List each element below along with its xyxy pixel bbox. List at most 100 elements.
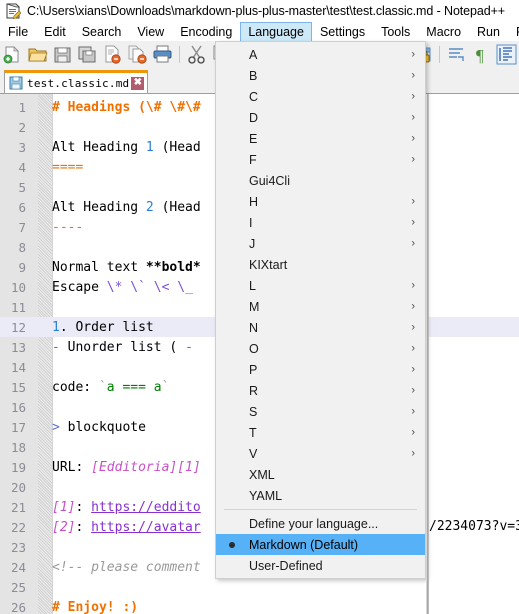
menu-search[interactable]: Search	[74, 22, 130, 41]
close-icon[interactable]: ✖	[131, 76, 145, 90]
language-menu-item-r[interactable]: R ›	[216, 380, 425, 401]
menu-item-label: Gui4Cli	[249, 173, 290, 188]
language-menu-item-n[interactable]: N ›	[216, 317, 425, 338]
menu-encoding[interactable]: Encoding	[172, 22, 240, 41]
saved-file-icon	[9, 76, 23, 90]
close-file-icon[interactable]	[101, 43, 124, 66]
line-content[interactable]: <!-- please comment	[52, 560, 201, 575]
language-dropdown-menu[interactable]: A › B › C › D › E › F › Gui4Cli H › I › J › KIXtart L › M › N › O ›…	[215, 41, 426, 579]
chevron-right-icon: ›	[411, 48, 415, 60]
language-menu-item-p[interactable]: P ›	[216, 359, 425, 380]
language-menu-item-d[interactable]: D ›	[216, 107, 425, 128]
menu-item-label: YAML	[249, 488, 283, 503]
save-all-icon[interactable]	[76, 43, 99, 66]
language-menu-item-i[interactable]: I ›	[216, 212, 425, 233]
menu-separator	[224, 509, 417, 510]
line-number: 2	[18, 119, 26, 135]
line-content[interactable]: ----	[52, 220, 83, 235]
language-menu-item-f[interactable]: F ›	[216, 149, 425, 170]
line-content[interactable]: Escape \* \` \< \_	[52, 280, 193, 295]
chevron-right-icon: ›	[411, 90, 415, 102]
menu-file[interactable]: File	[0, 22, 36, 41]
tab-label: test.classic.md	[27, 76, 130, 90]
line-content[interactable]: Alt Heading 1 (Head	[52, 140, 201, 155]
function-list-icon[interactable]	[445, 43, 468, 66]
menu-item-label: KIXtart	[249, 257, 288, 272]
line-content[interactable]: # Enjoy! :)	[52, 600, 138, 614]
chevron-right-icon: ›	[411, 447, 415, 459]
line-number: 8	[18, 239, 26, 255]
editor-line[interactable]: 26 # Enjoy! :)	[0, 597, 519, 614]
language-menu-item-t[interactable]: T ›	[216, 422, 425, 443]
menu-plugins[interactable]: Plugins	[508, 22, 519, 41]
menu-item-label: C	[249, 89, 259, 104]
menu-item-label: M	[249, 299, 260, 314]
print-icon[interactable]	[151, 43, 174, 66]
language-menu-item-yaml[interactable]: YAML	[216, 485, 425, 506]
language-menu-item-define-your-language[interactable]: Define your language...	[216, 513, 425, 534]
toolbar-separator-right-2	[439, 46, 440, 63]
open-file-icon[interactable]	[26, 43, 49, 66]
language-menu-item-j[interactable]: J ›	[216, 233, 425, 254]
menu-item-label: D	[249, 110, 259, 125]
line-content[interactable]: - Unorder list ( -	[52, 340, 193, 355]
menu-language[interactable]: Language	[240, 22, 312, 41]
language-menu-item-markdown-default[interactable]: Markdown (Default)	[216, 534, 425, 555]
language-menu-item-m[interactable]: M ›	[216, 296, 425, 317]
close-all-files-icon[interactable]	[126, 43, 149, 66]
chevron-right-icon: ›	[411, 216, 415, 228]
toolbar-separator	[179, 46, 180, 63]
line-content[interactable]: # Headings (\# \#\#	[52, 100, 201, 115]
menu-run[interactable]: Run	[469, 22, 508, 41]
line-number: 26	[10, 599, 26, 614]
language-menu-item-user-defined[interactable]: User-Defined	[216, 555, 425, 576]
language-menu-item-o[interactable]: O ›	[216, 338, 425, 359]
line-content[interactable]: [2]: https://avatar	[52, 520, 201, 535]
line-content[interactable]: [1]: https://eddito	[52, 500, 201, 515]
language-menu-item-c[interactable]: C ›	[216, 86, 425, 107]
menu-view[interactable]: View	[129, 22, 172, 41]
menu-settings[interactable]: Settings	[312, 22, 373, 41]
language-menu-item-v[interactable]: V ›	[216, 443, 425, 464]
line-number: 16	[10, 399, 26, 415]
line-content[interactable]: code: `a === a`	[52, 380, 169, 395]
chevron-right-icon: ›	[411, 279, 415, 291]
chevron-right-icon: ›	[411, 321, 415, 333]
language-menu-item-gui4cli[interactable]: Gui4Cli	[216, 170, 425, 191]
language-menu-item-h[interactable]: H ›	[216, 191, 425, 212]
cut-icon[interactable]	[185, 43, 208, 66]
line-number: 4	[18, 159, 26, 175]
language-menu-item-e[interactable]: E ›	[216, 128, 425, 149]
save-icon[interactable]	[51, 43, 74, 66]
editor-line[interactable]: 25	[0, 577, 519, 597]
title-bar: C:\Users\xians\Downloads\markdown-plus-p…	[0, 0, 519, 22]
language-menu-item-xml[interactable]: XML	[216, 464, 425, 485]
tab-test-classic-md[interactable]: test.classic.md ✖	[4, 70, 149, 93]
menu-item-label: J	[249, 236, 256, 251]
chevron-right-icon: ›	[411, 237, 415, 249]
menu-item-label: R	[249, 383, 259, 398]
language-menu-item-a[interactable]: A ›	[216, 44, 425, 65]
line-content[interactable]: > blockquote	[52, 420, 146, 435]
word-wrap-icon[interactable]	[495, 43, 518, 66]
line-content[interactable]: URL: [Edditoria][1]	[52, 460, 201, 475]
menu-bar: File Edit Search View Encoding Language …	[0, 22, 519, 41]
window-title: C:\Users\xians\Downloads\markdown-plus-p…	[27, 4, 505, 18]
line-content[interactable]: Normal text **bold*	[52, 260, 201, 275]
show-all-characters-icon[interactable]: ¶	[470, 43, 493, 66]
line-content[interactable]: ====	[52, 160, 83, 175]
line-number: 18	[10, 439, 26, 455]
menu-tools[interactable]: Tools	[373, 22, 418, 41]
language-menu-item-b[interactable]: B ›	[216, 65, 425, 86]
new-file-icon[interactable]	[1, 43, 24, 66]
menu-item-label: P	[249, 362, 258, 377]
line-content[interactable]: 1. Order list	[52, 320, 154, 335]
menu-item-label: F	[249, 152, 257, 167]
line-content[interactable]: Alt Heading 2 (Head	[52, 200, 201, 215]
language-menu-item-l[interactable]: L ›	[216, 275, 425, 296]
language-menu-item-kixtart[interactable]: KIXtart	[216, 254, 425, 275]
menu-edit[interactable]: Edit	[36, 22, 74, 41]
line-number: 7	[18, 219, 26, 235]
menu-macro[interactable]: Macro	[418, 22, 469, 41]
language-menu-item-s[interactable]: S ›	[216, 401, 425, 422]
